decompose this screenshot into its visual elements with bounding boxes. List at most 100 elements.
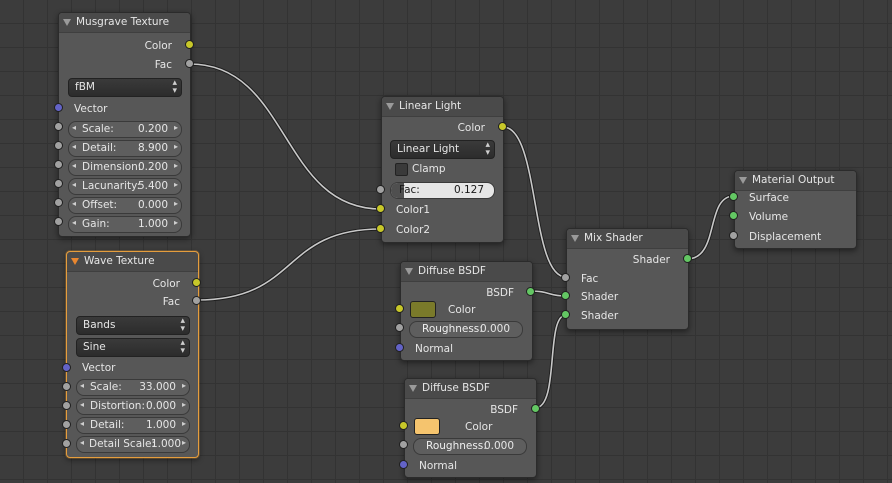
mix-shader2-input-socket[interactable] (561, 310, 570, 319)
arrow-right-icon[interactable]: ▸ (182, 438, 186, 447)
collapse-triangle-icon[interactable] (739, 177, 747, 184)
musgrave-color-output-socket[interactable] (185, 40, 194, 49)
fac-slider[interactable]: Fac: 0.127 (390, 182, 495, 199)
arrow-right-icon[interactable]: ▸ (182, 381, 186, 390)
collapse-triangle-icon[interactable] (386, 103, 394, 110)
detail-field[interactable]: ◂ Detail: 1.000 ▸ (76, 417, 190, 434)
linear-light-color2-input-socket[interactable] (376, 224, 385, 233)
musgrave-scale-input-socket[interactable] (54, 122, 63, 131)
roughness-slider[interactable]: Roughness: 0.000 (409, 321, 523, 338)
wave-profile-dropdown[interactable]: Sine ▴ ▾ (76, 338, 190, 357)
node-header[interactable]: Wave Texture (67, 252, 198, 272)
mix-fac-input-socket[interactable] (561, 273, 570, 282)
node-header[interactable]: Musgrave Texture (59, 13, 190, 33)
wave-detail-scale-input-socket[interactable] (62, 439, 71, 448)
material-output-node[interactable]: Material Output Surface Volume Displacem… (734, 170, 857, 249)
slider-value: 0.127 (453, 184, 484, 196)
musgrave-detail-input-socket[interactable] (54, 141, 63, 150)
mix-shader1-input-socket[interactable] (561, 291, 570, 300)
output-label-bsdf: BSDF (486, 287, 514, 299)
lacunarity-field[interactable]: ◂ Lacunarity: 5.400 ▸ (68, 178, 182, 195)
arrow-right-icon[interactable]: ▸ (182, 400, 186, 409)
node-header[interactable]: Diffuse BSDF (405, 379, 536, 399)
musgrave-type-dropdown[interactable]: fBM ▴ ▾ (68, 78, 182, 97)
node-header[interactable]: Material Output (735, 171, 856, 191)
arrow-left-icon[interactable]: ◂ (80, 400, 84, 409)
link-diffuse2-bsdf-to-mix-shader2 (534, 313, 567, 410)
arrow-right-icon[interactable]: ▸ (174, 123, 178, 132)
node-header[interactable]: Diffuse BSDF (401, 262, 532, 282)
wave-distortion-input-socket[interactable] (62, 401, 71, 410)
diffuse1-normal-input-socket[interactable] (395, 343, 404, 352)
diffuse1-roughness-input-socket[interactable] (395, 323, 404, 332)
linear-light-color1-input-socket[interactable] (376, 204, 385, 213)
wave-type-dropdown[interactable]: Bands ▴ ▾ (76, 316, 190, 335)
color-swatch[interactable] (414, 418, 440, 435)
linear-light-node[interactable]: Linear Light Color Linear Light ▴ ▾ Clamp… (381, 96, 504, 243)
clamp-checkbox[interactable] (395, 163, 408, 176)
color-swatch[interactable] (410, 301, 436, 318)
arrow-left-icon[interactable]: ◂ (80, 381, 84, 390)
wave-vector-input-socket[interactable] (62, 363, 71, 372)
diffuse1-color-input-socket[interactable] (395, 304, 404, 313)
diffuse2-roughness-input-socket[interactable] (399, 440, 408, 449)
offset-field[interactable]: ◂ Offset: 0.000 ▸ (68, 197, 182, 214)
arrow-left-icon[interactable]: ◂ (80, 438, 84, 447)
gain-field[interactable]: ◂ Gain: 1.000 ▸ (68, 216, 182, 233)
linear-light-fac-input-socket[interactable] (376, 185, 385, 194)
arrow-left-icon[interactable]: ◂ (72, 142, 76, 151)
linear-light-color-output-socket[interactable] (498, 122, 507, 131)
arrow-right-icon[interactable]: ▸ (174, 161, 178, 170)
arrow-left-icon[interactable]: ◂ (72, 161, 76, 170)
musgrave-offset-input-socket[interactable] (54, 198, 63, 207)
mix-shader-node[interactable]: Mix Shader Shader Fac Shader Shader (566, 228, 689, 330)
arrow-left-icon[interactable]: ◂ (72, 199, 76, 208)
musgrave-lacunarity-input-socket[interactable] (54, 179, 63, 188)
mix-shader-output-socket[interactable] (683, 254, 692, 263)
arrow-right-icon[interactable]: ▸ (174, 199, 178, 208)
arrow-right-icon[interactable]: ▸ (174, 180, 178, 189)
diffuse2-color-input-socket[interactable] (399, 421, 408, 430)
arrow-right-icon[interactable]: ▸ (174, 142, 178, 151)
node-header[interactable]: Linear Light (382, 97, 503, 117)
musgrave-texture-node[interactable]: Musgrave Texture Color Fac fBM ▴ ▾ Vector… (58, 12, 191, 237)
dimension-field[interactable]: ◂ Dimension: 0.200 ▸ (68, 159, 182, 176)
detail-scale-field[interactable]: ◂ Detail Scale: 1.000 ▸ (76, 436, 190, 453)
diffuse2-normal-input-socket[interactable] (399, 460, 408, 469)
arrow-right-icon[interactable]: ▸ (182, 419, 186, 428)
arrow-left-icon[interactable]: ◂ (80, 419, 84, 428)
scale-field[interactable]: ◂ Scale: 0.200 ▸ (68, 121, 182, 138)
collapse-triangle-icon[interactable] (71, 258, 79, 265)
arrow-left-icon[interactable]: ◂ (72, 123, 76, 132)
diffuse-bsdf-node-1[interactable]: Diffuse BSDF BSDF Color Roughness: 0.000… (400, 261, 533, 361)
arrow-left-icon[interactable]: ◂ (72, 218, 76, 227)
wave-color-output-socket[interactable] (192, 278, 201, 287)
diffuse2-bsdf-output-socket[interactable] (531, 404, 540, 413)
arrow-right-icon[interactable]: ▸ (174, 218, 178, 227)
collapse-triangle-icon[interactable] (63, 19, 71, 26)
musgrave-gain-input-socket[interactable] (54, 217, 63, 226)
diffuse1-bsdf-output-socket[interactable] (526, 287, 535, 296)
blend-mode-dropdown[interactable]: Linear Light ▴ ▾ (390, 140, 495, 159)
roughness-slider[interactable]: Roughness: 0.000 (413, 438, 527, 455)
node-header[interactable]: Mix Shader (567, 229, 688, 249)
detail-field[interactable]: ◂ Detail: 8.900 ▸ (68, 140, 182, 157)
wave-detail-input-socket[interactable] (62, 420, 71, 429)
material-volume-input-socket[interactable] (729, 211, 738, 220)
wave-fac-output-socket[interactable] (192, 296, 201, 305)
material-surface-input-socket[interactable] (729, 192, 738, 201)
arrow-left-icon[interactable]: ◂ (72, 180, 76, 189)
material-displacement-input-socket[interactable] (729, 231, 738, 240)
collapse-triangle-icon[interactable] (409, 385, 417, 392)
wave-scale-input-socket[interactable] (62, 382, 71, 391)
collapse-triangle-icon[interactable] (405, 268, 413, 275)
musgrave-vector-input-socket[interactable] (54, 103, 63, 112)
scale-field[interactable]: ◂ Scale: 33.000 ▸ (76, 379, 190, 396)
collapse-triangle-icon[interactable] (571, 235, 579, 242)
diffuse-bsdf-node-2[interactable]: Diffuse BSDF BSDF Color Roughness: 0.000… (404, 378, 537, 478)
distortion-field[interactable]: ◂ Distortion: 0.000 ▸ (76, 398, 190, 415)
wave-texture-node[interactable]: Wave Texture Color Fac Bands ▴ ▾ Sine ▴ ▾ … (66, 251, 199, 458)
field-label: Scale: (90, 381, 122, 393)
musgrave-dimension-input-socket[interactable] (54, 160, 63, 169)
musgrave-fac-output-socket[interactable] (185, 59, 194, 68)
